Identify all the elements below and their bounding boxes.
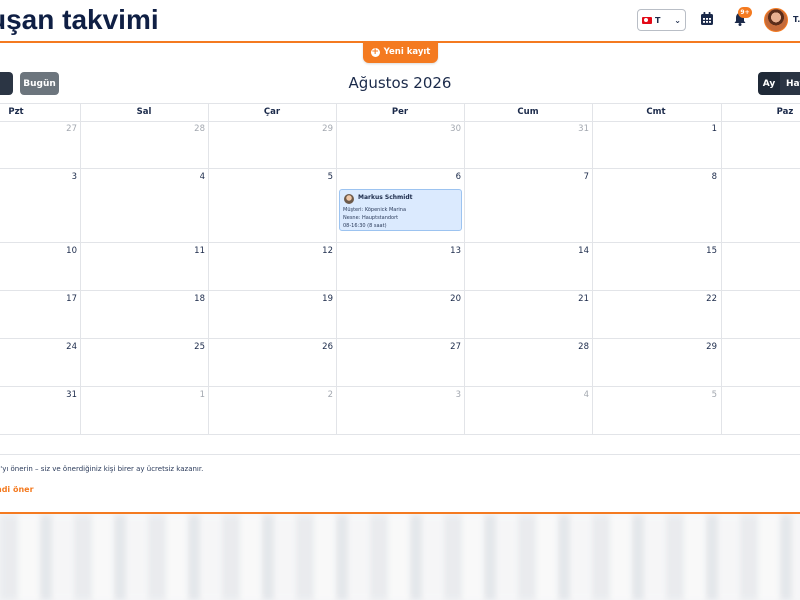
day-cell[interactable] [721,168,800,242]
view-toggle: Ay Haf [758,72,800,95]
new-entry-button[interactable]: + Yeni kayıt [363,41,438,63]
notification-badge: 9+ [738,7,752,18]
referral-link[interactable]: ndi öner [0,485,34,494]
day-number: 7 [583,172,589,182]
day-number: 1 [711,124,717,134]
header: uşan takvimi T ⌄ 9+ T. [0,0,800,43]
event-object: Nesne: Hauptstandort [343,215,399,221]
day-number: 1 [199,390,205,400]
divider [0,454,800,455]
day-number: 20 [450,294,461,304]
day-number: 5 [711,390,717,400]
calendar-event[interactable]: Markus Schmidt Müşteri: Köpenick Marina … [339,189,462,231]
day-cell[interactable] [721,242,800,290]
day-number: 12 [322,246,333,256]
new-entry-label: Yeni kayıt [383,47,431,57]
weekday-label: Pzt [8,107,24,117]
day-cell[interactable] [721,290,800,338]
weekday-label: Cmt [646,107,666,117]
day-number: 25 [194,342,205,352]
day-number: 29 [706,342,717,352]
day-number: 4 [583,390,589,400]
day-number: 26 [322,342,333,352]
day-number: 11 [194,246,205,256]
calendar-panel: uşan takvimi T ⌄ 9+ T. + Yeni kayıt Bugü… [0,0,800,512]
day-number: 28 [578,342,589,352]
day-number: 3 [455,390,461,400]
plus-icon: + [370,46,380,57]
page-title: uşan takvimi [0,4,159,35]
avatar[interactable] [764,8,788,32]
day-cell[interactable] [721,120,800,168]
view-week-button[interactable]: Haf [780,72,800,95]
day-number: 24 [66,342,77,352]
turkey-flag-icon [642,16,652,24]
day-number: 21 [578,294,589,304]
day-number: 6 [455,172,461,182]
chevron-down-icon: ⌄ [674,15,681,25]
event-avatar [344,194,354,204]
day-number: 31 [578,124,589,134]
day-number: 28 [194,124,205,134]
blurred-background [0,515,800,600]
event-time: 08-16:30 (8 saat) [343,223,387,229]
panel-bottom-border [0,512,800,514]
day-number: 13 [450,246,461,256]
day-number: 27 [450,342,461,352]
day-number: 22 [706,294,717,304]
day-cell[interactable] [721,338,800,386]
month-title: Ağustos 2026 [348,74,452,92]
day-cell[interactable] [721,386,800,434]
day-number: 4 [199,172,205,182]
day-number: 19 [322,294,333,304]
weekday-label: Çar [263,107,281,117]
view-month-button[interactable]: Ay [758,72,780,95]
day-number: 10 [66,246,77,256]
language-select[interactable]: T ⌄ [637,9,686,31]
day-number: 17 [66,294,77,304]
day-number: 31 [66,390,77,400]
user-name[interactable]: T. [793,15,800,24]
day-number: 5 [327,172,333,182]
referral-text: a'yı önerin – siz ve önerdiğiniz kişi bi… [0,465,204,473]
day-number: 8 [711,172,717,182]
day-number: 30 [450,124,461,134]
calendar-icon[interactable] [699,11,715,27]
weekday-label: Sal [136,107,152,117]
day-number: 14 [578,246,589,256]
grid-row-line [0,434,800,435]
day-number: 29 [322,124,333,134]
weekday-label: Paz [776,107,794,117]
weekday-label: Per [391,107,409,117]
day-number: 27 [66,124,77,134]
day-number: 18 [194,294,205,304]
day-number: 2 [327,390,333,400]
day-number: 3 [71,172,77,182]
weekday-label: Cum [517,107,539,117]
language-code: T [655,15,661,25]
event-employee-name: Markus Schmidt [358,194,413,201]
day-number: 15 [706,246,717,256]
event-customer: Müşteri: Köpenick Marina [343,207,407,213]
